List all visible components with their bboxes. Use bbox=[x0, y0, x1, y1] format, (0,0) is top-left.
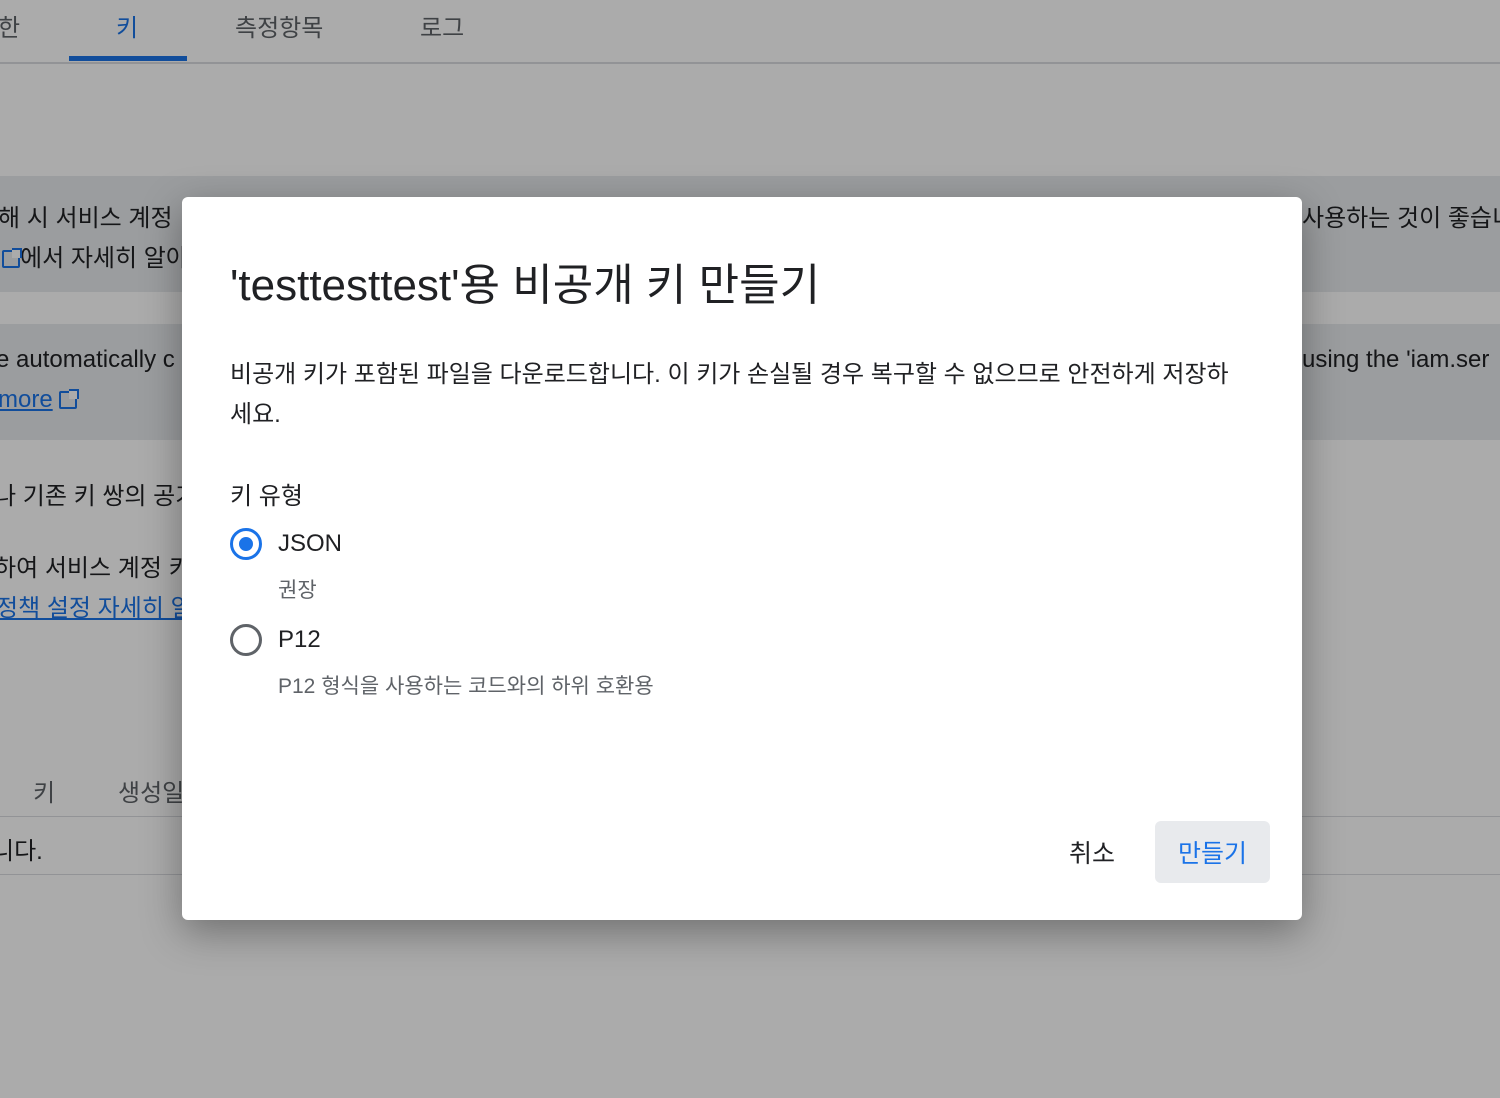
radio-p12-label: P12 bbox=[278, 626, 321, 653]
radio-p12-sub: P12 형식을 사용하는 코드와의 하위 호환용 bbox=[278, 675, 654, 698]
create-key-dialog: 'testtesttest'용 비공개 키 만들기 비공개 키가 포함된 파일을… bbox=[182, 197, 1302, 920]
dialog-description: 비공개 키가 포함된 파일을 다운로드합니다. 이 키가 손실될 경우 복구할 … bbox=[230, 361, 1229, 428]
radio-checked-icon[interactable] bbox=[230, 528, 262, 560]
dialog-title: 'testtesttest'용 비공개 키 만들기 bbox=[230, 261, 821, 310]
key-type-label: 키 유형 bbox=[230, 483, 303, 510]
radio-json-sub: 권장 bbox=[278, 579, 317, 602]
radio-unchecked-icon[interactable] bbox=[230, 624, 262, 656]
radio-json-label: JSON bbox=[278, 530, 343, 557]
create-button[interactable]: 만들기 bbox=[1155, 821, 1270, 883]
cancel-button[interactable]: 취소 bbox=[1052, 821, 1132, 883]
radio-p12[interactable]: P12 bbox=[230, 624, 321, 656]
radio-json[interactable]: JSON bbox=[230, 528, 342, 560]
